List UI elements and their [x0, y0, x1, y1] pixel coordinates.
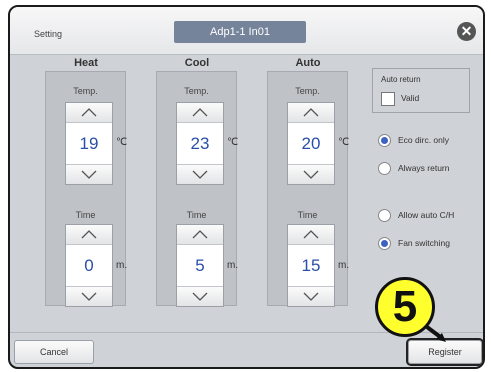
- cool-time-down-button[interactable]: [177, 286, 223, 306]
- heat-temp-down-button[interactable]: [66, 164, 112, 184]
- cool-panel: Temp. 23 ℃ Time 5 m.: [156, 71, 239, 307]
- auto-temp-stepper: 20: [287, 102, 335, 185]
- auto-time-value[interactable]: 15: [288, 245, 334, 286]
- heat-temp-unit: ℃: [116, 137, 128, 148]
- unit-id-label: Adp1-1 In01: [174, 21, 306, 43]
- chevron-down-icon: [81, 292, 97, 301]
- heat-time-up-button[interactable]: [66, 225, 112, 245]
- auto-return-group: Auto return Valid: [372, 68, 470, 113]
- cool-time-unit: m.: [227, 260, 239, 271]
- radio-label: Eco dirc. only: [398, 135, 450, 145]
- radio-button-selected[interactable]: [378, 134, 391, 147]
- auto-time-label: Time: [297, 210, 318, 220]
- radio-label: Always return: [398, 163, 450, 173]
- cool-time-stepper: 5: [176, 224, 224, 307]
- valid-label: Valid: [401, 93, 420, 103]
- close-icon[interactable]: ✕: [457, 22, 476, 41]
- auto-temp-down-button[interactable]: [288, 164, 334, 184]
- auto-return-title: Auto return: [381, 75, 421, 84]
- radio-button-selected[interactable]: [378, 237, 391, 250]
- heat-temp-stepper: 19: [65, 102, 113, 185]
- auto-header: Auto: [295, 57, 321, 69]
- radio-label: Allow auto C/H: [398, 210, 455, 220]
- cool-temp-up-button[interactable]: [177, 103, 223, 123]
- auto-temp-up-button[interactable]: [288, 103, 334, 123]
- radio-label: Fan switching: [398, 238, 450, 248]
- cool-temp-down-button[interactable]: [177, 164, 223, 184]
- cool-time-label: Time: [186, 210, 207, 220]
- heat-temp-up-button[interactable]: [66, 103, 112, 123]
- chevron-down-icon: [192, 170, 208, 179]
- auto-time-unit: m.: [338, 260, 350, 271]
- auto-time-up-button[interactable]: [288, 225, 334, 245]
- auto-temp-label: Temp.: [295, 86, 320, 96]
- heat-temp-label: Temp.: [73, 86, 98, 96]
- cool-time-up-button[interactable]: [177, 225, 223, 245]
- cool-temp-stepper: 23: [176, 102, 224, 185]
- cool-temp-label: Temp.: [184, 86, 209, 96]
- chevron-down-icon: [192, 292, 208, 301]
- heat-temp-value[interactable]: 19: [66, 123, 112, 164]
- chevron-down-icon: [303, 170, 319, 179]
- chevron-down-icon: [81, 170, 97, 179]
- auto-temp-value[interactable]: 20: [288, 123, 334, 164]
- heat-time-value[interactable]: 0: [66, 245, 112, 286]
- chevron-up-icon: [81, 230, 97, 239]
- heat-panel: Temp. 19 ℃ Time 0 m.: [45, 71, 128, 307]
- window-title: Setting: [34, 29, 63, 39]
- valid-checkbox[interactable]: [381, 92, 395, 106]
- auto-time-down-button[interactable]: [288, 286, 334, 306]
- callout-pointer-icon: [425, 325, 446, 342]
- cool-temp-value[interactable]: 23: [177, 123, 223, 164]
- chevron-up-icon: [192, 230, 208, 239]
- auto-temp-unit: ℃: [338, 137, 350, 148]
- heat-time-unit: m.: [116, 260, 128, 271]
- auto-time-stepper: 15: [287, 224, 335, 307]
- heat-time-down-button[interactable]: [66, 286, 112, 306]
- title-bar: Setting Adp1-1 In01 ✕: [10, 7, 483, 55]
- cool-header: Cool: [184, 57, 210, 69]
- auto-panel: Temp. 20 ℃ Time 15 m.: [267, 71, 350, 307]
- radio-button[interactable]: [378, 209, 391, 222]
- heat-time-stepper: 0: [65, 224, 113, 307]
- chevron-up-icon: [192, 108, 208, 117]
- chevron-up-icon: [303, 230, 319, 239]
- cancel-button[interactable]: Cancel: [14, 340, 94, 364]
- heat-time-label: Time: [75, 210, 96, 220]
- settings-window: Setting Adp1-1 In01 ✕ Heat Temp. 19 ℃ Ti…: [8, 5, 485, 369]
- cool-temp-unit: ℃: [227, 137, 239, 148]
- chevron-up-icon: [81, 108, 97, 117]
- chevron-down-icon: [303, 292, 319, 301]
- heat-header: Heat: [74, 57, 98, 69]
- cool-time-value[interactable]: 5: [177, 245, 223, 286]
- chevron-up-icon: [303, 108, 319, 117]
- radio-button[interactable]: [378, 162, 391, 175]
